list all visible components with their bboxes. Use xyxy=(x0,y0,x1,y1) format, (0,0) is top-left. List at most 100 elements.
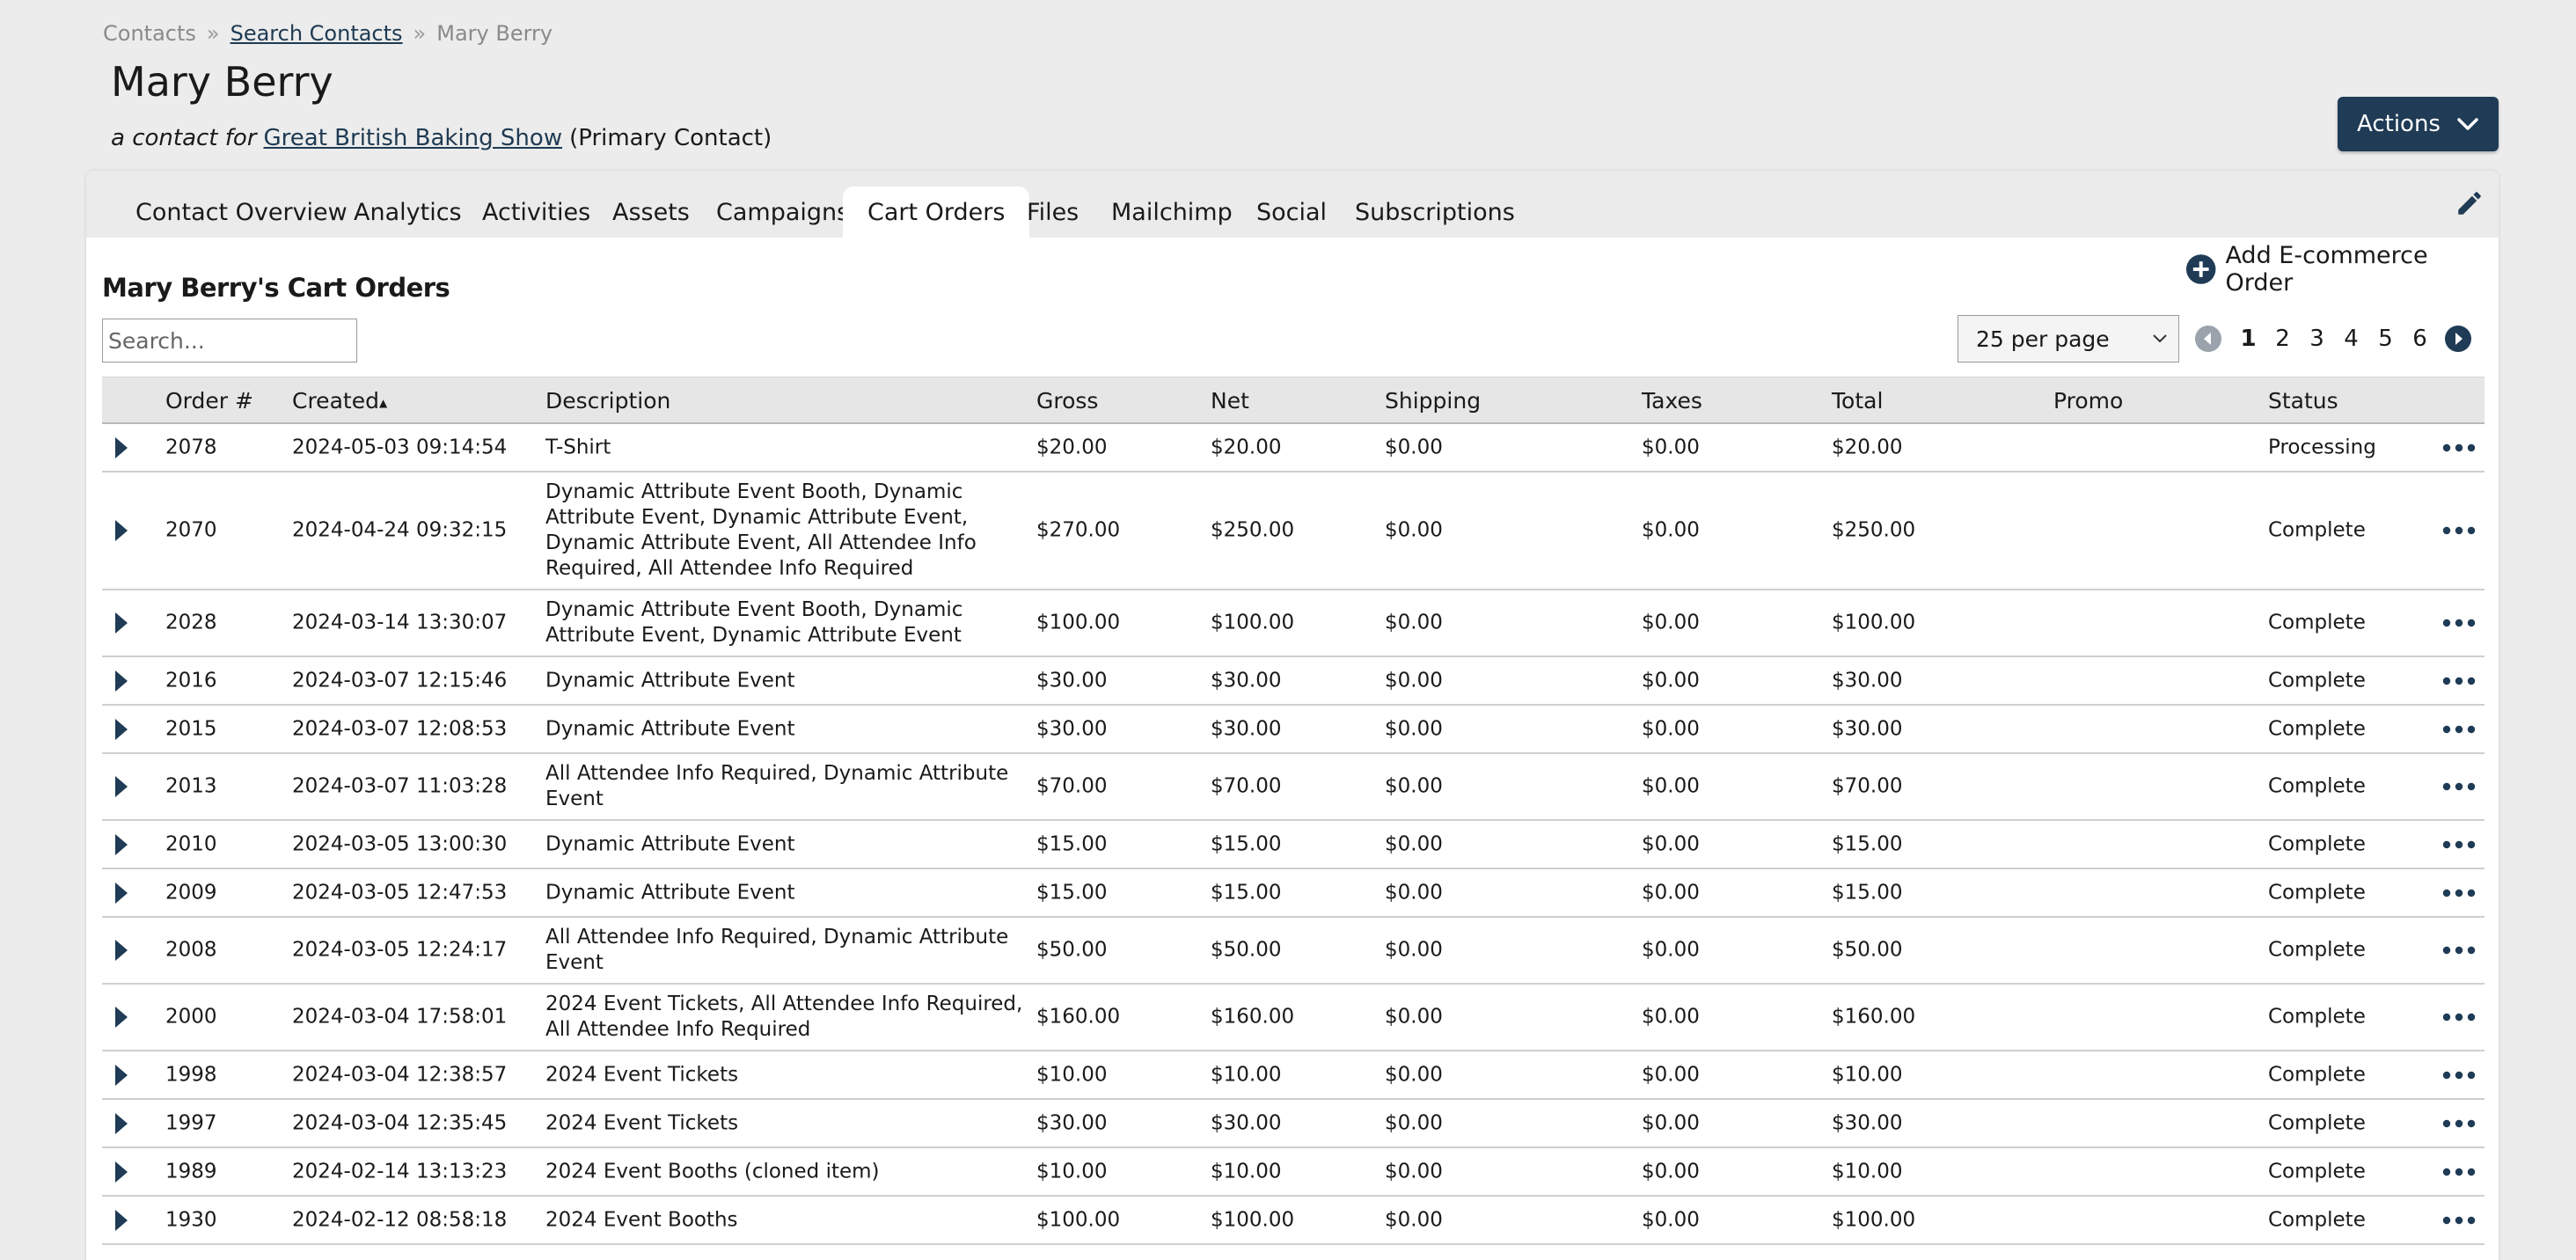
search-input[interactable] xyxy=(102,319,357,363)
breadcrumb-separator: » xyxy=(206,21,220,46)
expand-row-icon[interactable] xyxy=(113,1111,130,1136)
created-cell: 2024-03-07 12:15:46 xyxy=(292,669,508,692)
more-options-icon[interactable] xyxy=(2442,725,2476,734)
expand-row-icon[interactable] xyxy=(113,611,130,635)
net-cell: $20.00 xyxy=(1211,436,1282,458)
more-options-icon[interactable] xyxy=(2442,1168,2476,1176)
expand-row-icon[interactable] xyxy=(113,717,130,742)
expand-row-icon[interactable] xyxy=(113,832,130,857)
order-number-cell: 2028 xyxy=(165,611,217,634)
taxes-cell: $0.00 xyxy=(1642,1160,1700,1183)
status-cell: Complete xyxy=(2268,669,2366,692)
page-link-6[interactable]: 6 xyxy=(2403,326,2437,352)
created-cell: 2024-03-05 13:00:30 xyxy=(292,832,508,855)
column-header-net[interactable]: Net xyxy=(1211,388,1249,414)
description-cell: All Attendee Info Required, Dynamic Attr… xyxy=(545,926,1009,974)
created-cell: 2024-05-03 09:14:54 xyxy=(292,436,508,458)
description-cell: Dynamic Attribute Event xyxy=(545,669,795,692)
column-header-created[interactable]: Created▲ xyxy=(292,388,387,414)
more-options-icon[interactable] xyxy=(2442,526,2476,535)
total-cell: $50.00 xyxy=(1832,938,1903,962)
order-number-cell: 2013 xyxy=(165,774,217,798)
gross-cell: $100.00 xyxy=(1036,1208,1121,1231)
expand-row-icon[interactable] xyxy=(113,774,130,799)
page-link-2[interactable]: 2 xyxy=(2265,326,2300,352)
created-cell: 2024-03-07 11:03:28 xyxy=(292,774,508,798)
more-options-icon[interactable] xyxy=(2442,840,2476,849)
expand-row-icon[interactable] xyxy=(113,1160,130,1184)
more-options-icon[interactable] xyxy=(2442,443,2476,452)
taxes-cell: $0.00 xyxy=(1642,832,1700,855)
net-cell: $250.00 xyxy=(1211,518,1295,542)
more-options-icon[interactable] xyxy=(2442,782,2476,791)
created-cell: 2024-02-12 08:58:18 xyxy=(292,1208,508,1231)
add-ecommerce-order-button[interactable]: Add E-commerce Order xyxy=(2185,242,2499,297)
status-cell: Complete xyxy=(2268,1111,2366,1134)
description-cell: T-Shirt xyxy=(545,436,611,458)
expand-row-icon[interactable] xyxy=(113,518,130,543)
expand-row-icon[interactable] xyxy=(113,1005,130,1029)
order-number-cell: 2008 xyxy=(165,938,217,962)
column-header-promo[interactable]: Promo xyxy=(2053,388,2123,414)
column-header-status[interactable]: Status xyxy=(2268,388,2338,414)
actions-button[interactable]: Actions xyxy=(2338,97,2499,151)
more-options-icon[interactable] xyxy=(2442,946,2476,955)
page-link-5[interactable]: 5 xyxy=(2368,326,2403,352)
created-cell: 2024-03-05 12:24:17 xyxy=(292,938,508,962)
gross-cell: $10.00 xyxy=(1036,1160,1108,1183)
page-title: Mary Berry xyxy=(111,58,333,106)
shipping-cell: $0.00 xyxy=(1385,1005,1443,1029)
next-page-icon[interactable] xyxy=(2444,325,2472,353)
more-options-icon[interactable] xyxy=(2442,889,2476,897)
sort-ascending-icon: ▲ xyxy=(378,397,388,409)
description-cell: 2024 Event Tickets xyxy=(545,1111,739,1134)
column-header-order[interactable]: Order # xyxy=(165,388,253,414)
more-options-icon[interactable] xyxy=(2442,1071,2476,1080)
table-row: 1997 2024-03-04 12:35:45 2024 Event Ticket… xyxy=(102,1100,2485,1148)
pencil-icon[interactable] xyxy=(2455,188,2485,218)
expand-row-icon[interactable] xyxy=(113,881,130,905)
status-cell: Complete xyxy=(2268,832,2366,855)
total-cell: $10.00 xyxy=(1832,1063,1903,1086)
column-header-total[interactable]: Total xyxy=(1832,388,1883,414)
organization-link[interactable]: Great British Baking Show xyxy=(264,125,563,151)
column-header-description[interactable]: Description xyxy=(545,388,670,414)
created-cell: 2024-04-24 09:32:15 xyxy=(292,518,508,542)
expand-row-icon[interactable] xyxy=(113,1208,130,1233)
more-options-icon[interactable] xyxy=(2442,677,2476,685)
expand-row-icon[interactable] xyxy=(113,938,130,963)
more-options-icon[interactable] xyxy=(2442,1013,2476,1022)
column-header-taxes[interactable]: Taxes xyxy=(1642,388,1702,414)
page-link-4[interactable]: 4 xyxy=(2334,326,2368,352)
prev-page-icon[interactable] xyxy=(2194,325,2222,353)
order-number-cell: 1998 xyxy=(165,1063,217,1086)
per-page-select[interactable]: 25 per page xyxy=(1958,315,2179,363)
more-options-icon[interactable] xyxy=(2442,1216,2476,1225)
expand-row-icon[interactable] xyxy=(113,436,130,460)
tab-subscriptions[interactable]: Subscriptions xyxy=(1330,187,1540,238)
shipping-cell: $0.00 xyxy=(1385,436,1443,458)
expand-row-icon[interactable] xyxy=(113,1063,130,1088)
total-cell: $20.00 xyxy=(1832,436,1903,458)
shipping-cell: $0.00 xyxy=(1385,1160,1443,1183)
shipping-cell: $0.00 xyxy=(1385,717,1443,740)
net-cell: $100.00 xyxy=(1211,1208,1295,1231)
column-header-gross[interactable]: Gross xyxy=(1036,388,1098,414)
page-link-3[interactable]: 3 xyxy=(2300,326,2334,352)
more-options-icon[interactable] xyxy=(2442,619,2476,627)
created-cell: 2024-03-04 12:35:45 xyxy=(292,1111,508,1134)
page-link-1[interactable]: 1 xyxy=(2231,326,2265,352)
table-row: 1930 2024-02-12 08:58:18 2024 Event Booths… xyxy=(102,1197,2485,1245)
table-row: 2009 2024-03-05 12:47:53 Dynamic Attribute… xyxy=(102,869,2485,918)
cart-orders-table: Order # Created▲ Description Gross Net S… xyxy=(102,377,2485,1245)
created-cell: 2024-03-05 12:47:53 xyxy=(292,881,508,904)
more-options-icon[interactable] xyxy=(2442,1119,2476,1128)
breadcrumb-search-contacts-link[interactable]: Search Contacts xyxy=(231,21,403,46)
shipping-cell: $0.00 xyxy=(1385,774,1443,798)
shipping-cell: $0.00 xyxy=(1385,938,1443,962)
expand-row-icon[interactable] xyxy=(113,669,130,693)
shipping-cell: $0.00 xyxy=(1385,669,1443,692)
column-header-shipping[interactable]: Shipping xyxy=(1385,388,1481,414)
taxes-cell: $0.00 xyxy=(1642,774,1700,798)
gross-cell: $20.00 xyxy=(1036,436,1108,458)
